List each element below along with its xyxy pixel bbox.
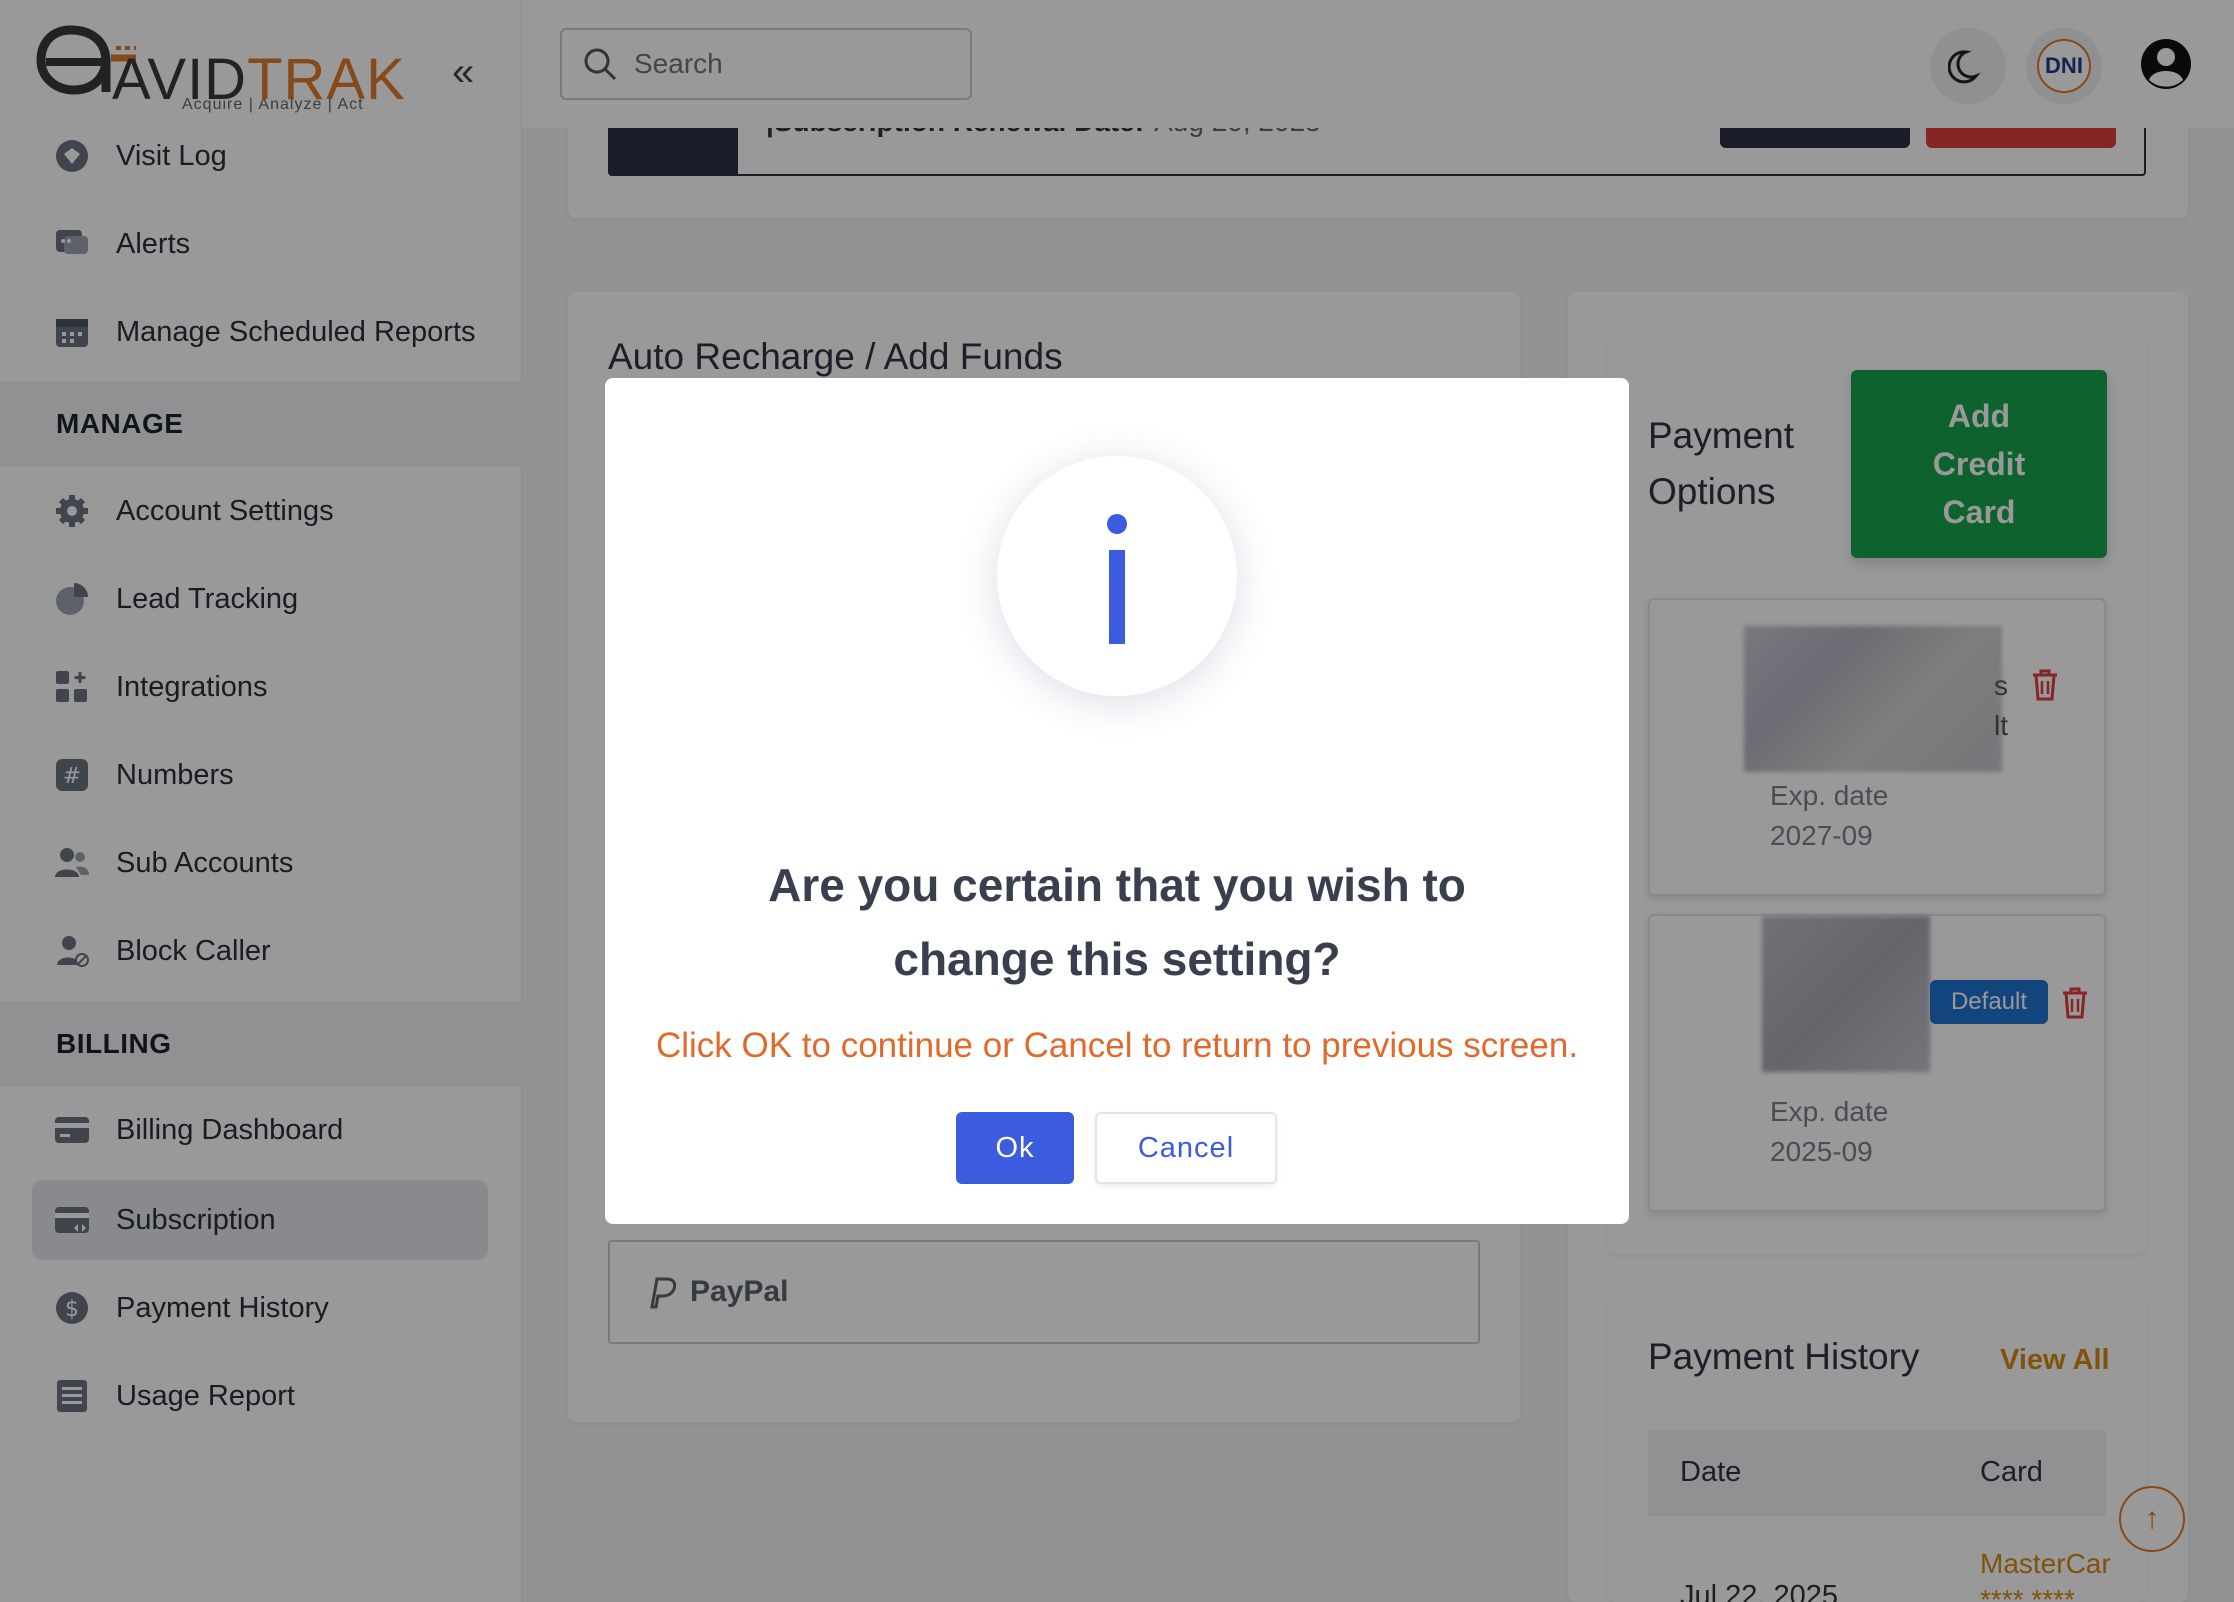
confirm-dialog: Are you certain that you wish to change … bbox=[605, 378, 1629, 1224]
cancel-button[interactable]: Cancel bbox=[1095, 1112, 1277, 1184]
ok-button[interactable]: Ok bbox=[956, 1112, 1074, 1184]
dialog-title: Are you certain that you wish to change … bbox=[768, 859, 1466, 985]
info-icon bbox=[997, 456, 1237, 696]
dialog-message: Click OK to continue or Cancel to return… bbox=[655, 1026, 1579, 1065]
